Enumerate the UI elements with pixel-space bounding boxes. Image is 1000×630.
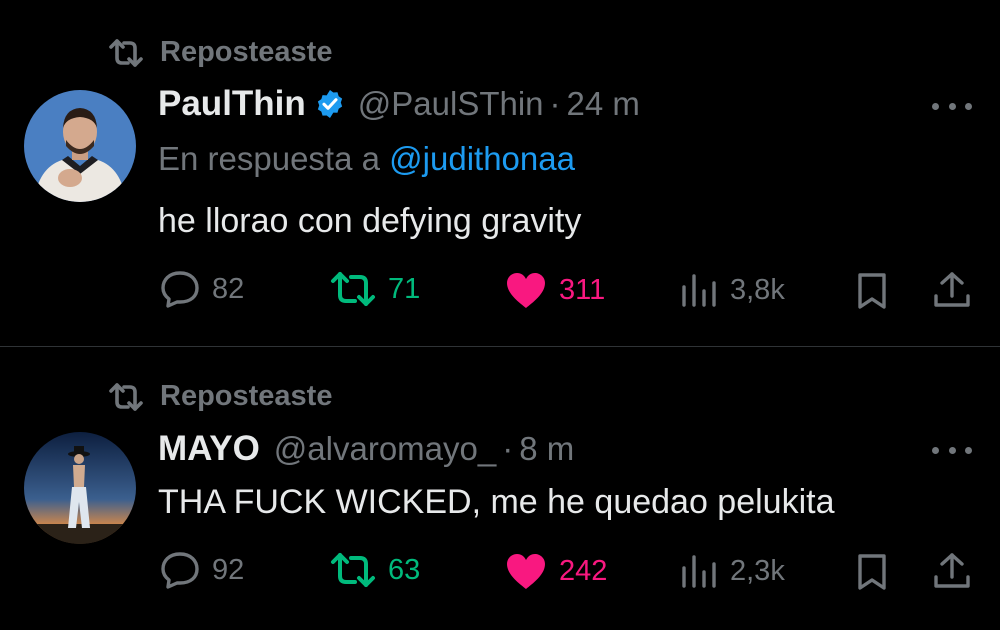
share-icon[interactable]	[932, 551, 972, 591]
views-button[interactable]: 3,8k	[680, 273, 785, 307]
repost-label: Reposteaste	[160, 380, 333, 412]
repost-button[interactable]: 71	[330, 271, 420, 307]
reply-button[interactable]: 92	[160, 551, 244, 589]
avatar[interactable]	[24, 432, 136, 544]
views-button[interactable]: 2,3k	[680, 554, 785, 588]
more-options-icon[interactable]	[932, 444, 972, 456]
tweet[interactable]: Reposteaste MAYO @alvaromayo_ · 8 m THA …	[0, 347, 1000, 630]
verified-badge-icon	[317, 90, 342, 118]
reply-count: 92	[212, 553, 245, 586]
views-chart-icon	[682, 274, 716, 307]
timestamp[interactable]: 24 m	[567, 85, 640, 123]
repost-icon	[109, 38, 143, 67]
repost-count: 63	[388, 553, 421, 586]
author-handle[interactable]: @alvaromayo_	[274, 430, 496, 468]
repost-icon	[331, 553, 375, 587]
views-count: 2,3k	[730, 554, 785, 587]
like-button[interactable]: 311	[505, 271, 605, 309]
reply-prefix: En respuesta a	[158, 140, 380, 177]
timestamp[interactable]: 8 m	[519, 430, 574, 468]
author-name[interactable]: MAYO	[158, 429, 260, 469]
like-count: 311	[559, 273, 606, 306]
views-count: 3,8k	[730, 273, 785, 306]
tweet-header: MAYO @alvaromayo_ · 8 m	[158, 429, 574, 469]
views-chart-icon	[682, 555, 716, 588]
repost-label: Reposteaste	[160, 36, 333, 68]
reply-icon	[161, 271, 199, 308]
repost-icon	[331, 272, 375, 306]
heart-icon	[507, 554, 545, 589]
reply-count: 82	[212, 272, 245, 305]
repost-button[interactable]: 63	[330, 552, 420, 588]
reply-icon	[161, 552, 199, 589]
repost-icon	[109, 382, 143, 411]
separator-dot: ·	[502, 430, 514, 467]
reply-context: En respuesta a @judithonaa	[158, 140, 575, 178]
tweet[interactable]: Reposteaste PaulThin @PaulSThin · 24 m E…	[0, 0, 1000, 347]
reply-mention-link[interactable]: @judithonaa	[389, 140, 575, 177]
like-count: 242	[559, 554, 608, 587]
repost-count: 71	[388, 272, 421, 305]
repost-context[interactable]: Reposteaste	[108, 36, 332, 69]
tweet-header: PaulThin @PaulSThin · 24 m	[158, 84, 640, 124]
tweet-text: he llorao con defying gravity	[158, 202, 582, 240]
avatar[interactable]	[24, 90, 136, 202]
author-name[interactable]: PaulThin	[158, 84, 306, 124]
share-icon[interactable]	[932, 270, 972, 310]
repost-context[interactable]: Reposteaste	[108, 380, 332, 413]
bookmark-icon[interactable]	[856, 272, 888, 310]
more-options-icon[interactable]	[932, 100, 972, 112]
heart-icon	[507, 273, 545, 308]
tweet-text: THA FUCK WICKED, me he quedao pelukita	[158, 483, 835, 521]
reply-button[interactable]: 82	[160, 270, 244, 308]
separator-dot: ·	[549, 85, 561, 122]
author-handle[interactable]: @PaulSThin	[358, 85, 544, 123]
like-button[interactable]: 242	[505, 552, 607, 590]
bookmark-icon[interactable]	[856, 553, 888, 591]
